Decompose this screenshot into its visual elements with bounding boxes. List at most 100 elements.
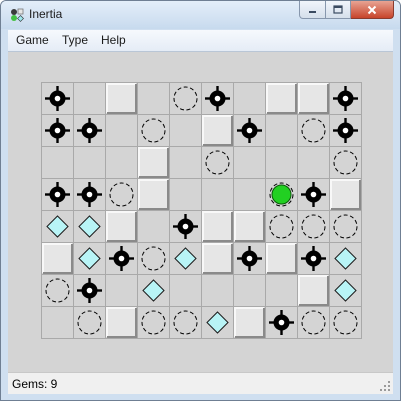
cell-stop[interactable] — [138, 307, 170, 339]
cell-empty[interactable] — [74, 147, 106, 179]
cell-wall[interactable] — [138, 147, 170, 179]
cell-stop[interactable] — [138, 115, 170, 147]
cell-stop[interactable] — [138, 243, 170, 275]
mine-icon — [301, 246, 326, 271]
cell-mine[interactable] — [234, 243, 266, 275]
menu-game[interactable]: Game — [16, 33, 49, 47]
cell-stop[interactable] — [330, 211, 362, 243]
menu-help[interactable]: Help — [101, 33, 126, 47]
cell-wall[interactable] — [106, 307, 138, 339]
resize-grip-icon[interactable] — [379, 380, 391, 392]
game-board[interactable] — [41, 82, 362, 339]
cell-empty[interactable] — [170, 275, 202, 307]
stop-icon — [45, 278, 70, 303]
cell-stop[interactable] — [298, 211, 330, 243]
cell-wall[interactable] — [266, 243, 298, 275]
cell-player[interactable] — [266, 179, 298, 211]
cell-stop[interactable] — [74, 307, 106, 339]
cell-wall[interactable] — [202, 115, 234, 147]
cell-empty[interactable] — [106, 275, 138, 307]
maximize-button[interactable] — [326, 1, 351, 19]
cell-empty[interactable] — [202, 179, 234, 211]
cell-stop[interactable] — [266, 211, 298, 243]
wall-icon — [266, 243, 297, 274]
cell-empty[interactable] — [298, 147, 330, 179]
mine-icon — [45, 182, 70, 207]
cell-mine[interactable] — [234, 115, 266, 147]
cell-mine[interactable] — [170, 211, 202, 243]
cell-mine[interactable] — [330, 83, 362, 115]
cell-mine[interactable] — [298, 179, 330, 211]
cell-gem[interactable] — [330, 275, 362, 307]
wall-icon — [106, 307, 137, 338]
title-bar[interactable]: Inertia — [1, 1, 400, 29]
cell-gem[interactable] — [42, 211, 74, 243]
cell-stop[interactable] — [298, 307, 330, 339]
cell-empty[interactable] — [170, 115, 202, 147]
cell-empty[interactable] — [42, 307, 74, 339]
wall-icon — [202, 115, 233, 146]
cell-empty[interactable] — [266, 147, 298, 179]
cell-wall[interactable] — [42, 243, 74, 275]
minimize-icon — [309, 11, 316, 13]
cell-wall[interactable] — [266, 83, 298, 115]
cell-wall[interactable] — [234, 211, 266, 243]
cell-gem[interactable] — [330, 243, 362, 275]
cell-mine[interactable] — [42, 115, 74, 147]
cell-gem[interactable] — [74, 211, 106, 243]
minimize-button[interactable] — [299, 1, 326, 19]
cell-wall[interactable] — [106, 83, 138, 115]
cell-mine[interactable] — [74, 275, 106, 307]
cell-gem[interactable] — [170, 243, 202, 275]
cell-mine[interactable] — [330, 115, 362, 147]
cell-wall[interactable] — [106, 211, 138, 243]
cell-empty[interactable] — [266, 275, 298, 307]
cell-mine[interactable] — [266, 307, 298, 339]
cell-empty[interactable] — [266, 115, 298, 147]
cell-empty[interactable] — [106, 115, 138, 147]
cell-gem[interactable] — [138, 275, 170, 307]
cell-wall[interactable] — [202, 211, 234, 243]
cell-stop[interactable] — [330, 307, 362, 339]
cell-wall[interactable] — [202, 243, 234, 275]
gem-icon — [206, 311, 229, 334]
cell-empty[interactable] — [202, 275, 234, 307]
cell-wall[interactable] — [138, 179, 170, 211]
cell-gem[interactable] — [74, 243, 106, 275]
wall-icon — [138, 147, 169, 178]
cell-mine[interactable] — [74, 115, 106, 147]
cell-empty[interactable] — [138, 211, 170, 243]
cell-empty[interactable] — [234, 83, 266, 115]
cell-mine[interactable] — [42, 83, 74, 115]
cell-stop[interactable] — [170, 307, 202, 339]
cell-empty[interactable] — [170, 179, 202, 211]
menu-type[interactable]: Type — [62, 33, 88, 47]
cell-empty[interactable] — [234, 275, 266, 307]
cell-empty[interactable] — [138, 83, 170, 115]
cell-stop[interactable] — [298, 115, 330, 147]
cell-mine[interactable] — [298, 243, 330, 275]
mine-icon — [237, 118, 262, 143]
cell-empty[interactable] — [170, 147, 202, 179]
cell-empty[interactable] — [234, 179, 266, 211]
cell-mine[interactable] — [74, 179, 106, 211]
cell-wall[interactable] — [330, 179, 362, 211]
cell-wall[interactable] — [298, 83, 330, 115]
cell-stop[interactable] — [330, 147, 362, 179]
cell-empty[interactable] — [42, 147, 74, 179]
cell-stop[interactable] — [106, 179, 138, 211]
close-button[interactable] — [351, 1, 394, 19]
cell-empty[interactable] — [74, 83, 106, 115]
cell-mine[interactable] — [106, 243, 138, 275]
stop-icon — [77, 310, 102, 335]
cell-wall[interactable] — [234, 307, 266, 339]
cell-stop[interactable] — [202, 147, 234, 179]
cell-stop[interactable] — [42, 275, 74, 307]
cell-mine[interactable] — [202, 83, 234, 115]
cell-mine[interactable] — [42, 179, 74, 211]
cell-gem[interactable] — [202, 307, 234, 339]
cell-wall[interactable] — [298, 275, 330, 307]
cell-empty[interactable] — [106, 147, 138, 179]
cell-stop[interactable] — [170, 83, 202, 115]
cell-empty[interactable] — [234, 147, 266, 179]
